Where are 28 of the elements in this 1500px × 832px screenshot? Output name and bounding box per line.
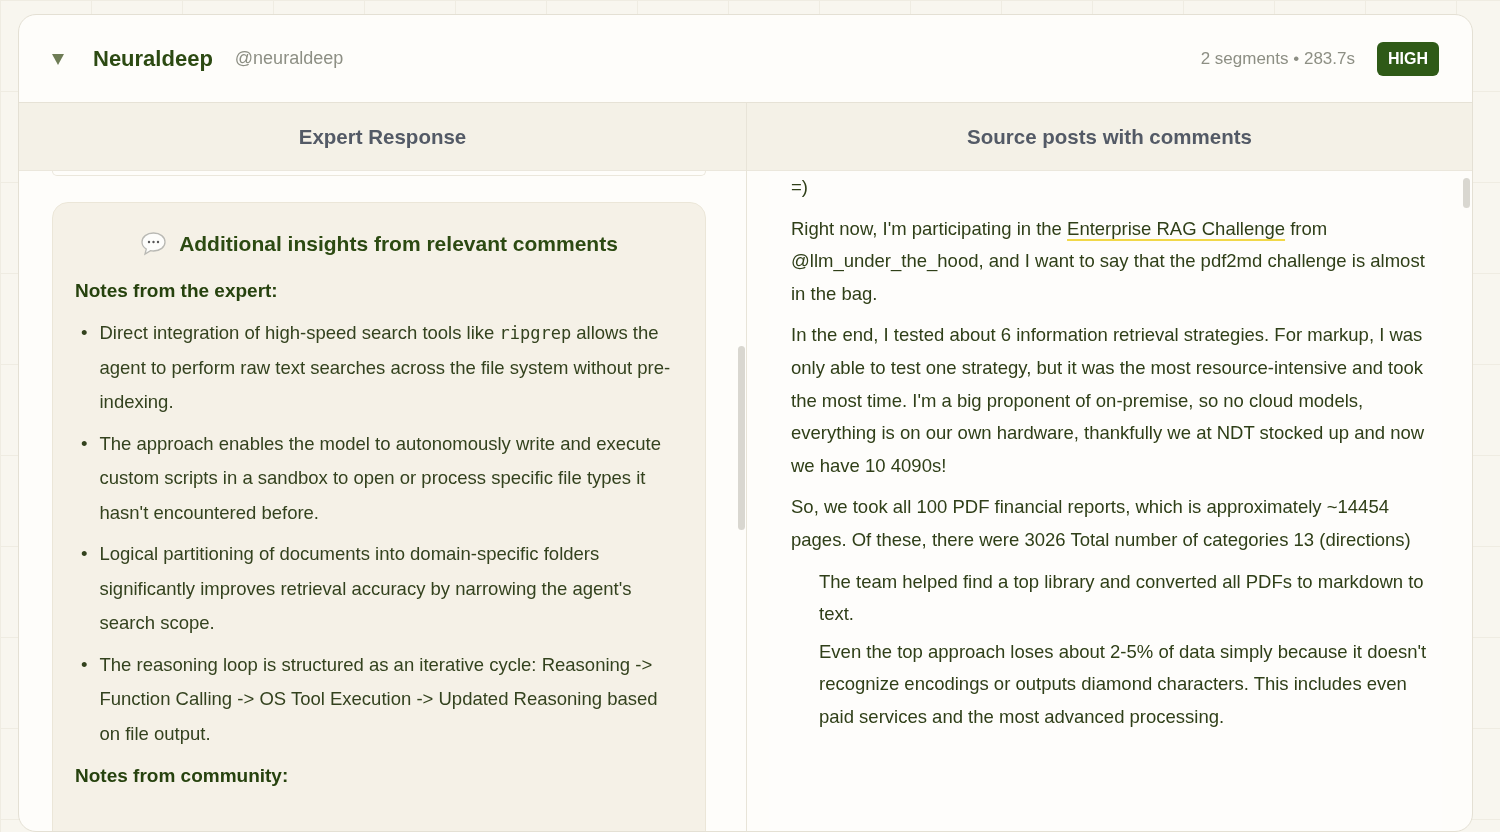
quoted-paragraph: The team helped find a top library and converted all PDFs to markdown to text. [818,569,1425,627]
bullet-marker: • [81,652,88,677]
column-header: Source posts with comments [747,103,1472,171]
section-heading: Notes from community: [75,765,290,787]
bullet-marker: • [81,431,88,456]
post-paragraph: So, we took all 100 PDF financial reports, which is approximately ~14454 pages. Of these, there were 3026 Total number of categories 13 (directions) [791,495,1412,552]
post-paragraph: In the end, I tested about 6 information retrieval strategies. For markup, I was only able to test one strategy, but it was the most resource-intensive and took the most time. I'm a big proponent of on-premise, so no cloud models, everything is on our own hardware, thankfully we at NDT stocked up and now we have 10 4090s! [791,323,1426,478]
insight-bullet: Logical partitioning of documents into domain-specific folders significantly improves retrieval accuracy by narrowing the agent's search scope. [99,542,633,635]
post-paragraph: Right now, I'm participating in the Enterprise RAG Challenge from @llm_under_the_hood, and I want to say that the pdf2md challenge is almost in the bag. [791,216,1426,306]
insight-bullet: Direct integration of high-speed search tools like ripgrep allows the agent to perform raw text searches across the file system without pre-indexing. [99,321,672,414]
scrollbar-thumb[interactable] [1463,178,1470,208]
bullet-marker: • [81,542,88,566]
column-header: Expert Response [19,103,746,171]
confidence-badge: HIGH [1377,41,1439,76]
challenge-link[interactable]: Enterprise RAG Challenge [1067,217,1286,239]
post-paragraph: =) [791,175,809,199]
speech-bubble-icon [140,231,168,256]
collapse-triangle-icon[interactable] [51,51,65,66]
bullet-marker: • [81,321,88,345]
segment-stats: 2 segments • 283.7s [1200,48,1355,69]
author-name: Neuraldeep [93,45,213,72]
scrollbar-thumb[interactable] [738,346,745,530]
author-handle: @neuraldeep [234,48,344,69]
insight-bullet: The reasoning loop is structured as an iterative cycle: Reasoning -> Function Calling -> OS Tool Execution -> Updated Reasoning based on file output. [99,652,659,746]
quoted-paragraph: Even the top approach loses about 2-5% of data simply because it doesn't recognize encodings or outputs diamond characters. This includes even paid services and the most advanced processing. [818,639,1428,729]
section-heading: Notes from the expert: [75,280,279,302]
insight-bullet: The approach enables the model to autonomously write and execute custom scripts in a sandbox to open or process specific file types it hasn't encountered before. [99,431,662,525]
insights-title: Additional insights from relevant comments [179,231,618,256]
